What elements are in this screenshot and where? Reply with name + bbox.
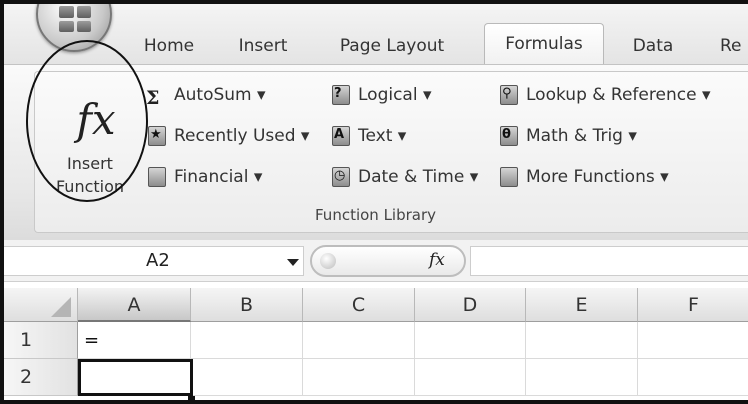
logical-button[interactable]: ? Logical ▾ [330, 82, 432, 108]
cell-a2[interactable] [78, 359, 193, 396]
chevron-down-icon: ▾ [397, 126, 407, 146]
chevron-down-icon: ▾ [469, 167, 479, 187]
ribbon-tab-strip: Home Insert Page Layout Formulas Data Re [4, 4, 748, 66]
tab-insert[interactable]: Insert [230, 28, 296, 64]
lookup-reference-button[interactable]: ⚲ Lookup & Reference ▾ [498, 82, 710, 108]
book-icon [146, 166, 168, 187]
tab-page-layout[interactable]: Page Layout [330, 28, 454, 64]
column-header-a[interactable]: A [78, 288, 191, 322]
insert-function-fx-icon[interactable]: fx [429, 250, 445, 270]
cell-f2[interactable] [638, 359, 748, 396]
cell-e1[interactable] [526, 322, 638, 359]
tab-home[interactable]: Home [134, 28, 204, 64]
book-search-icon: ⚲ [498, 84, 520, 105]
excel-window: Home Insert Page Layout Formulas Data Re… [0, 0, 748, 404]
column-header-b[interactable]: B [191, 288, 303, 322]
office-logo-icon [59, 6, 91, 32]
math-trig-button[interactable]: θ Math & Trig ▾ [498, 123, 637, 149]
worksheet-grid: A B C D E F 1 2 = [4, 282, 748, 400]
tab-review-partial[interactable]: Re [720, 28, 748, 64]
formula-bar-controls: fx [310, 245, 466, 277]
book-text-icon: A [330, 125, 352, 146]
column-header-f[interactable]: F [638, 288, 748, 322]
formula-input[interactable] [470, 246, 748, 276]
name-box[interactable]: A2 [4, 246, 304, 276]
cell-b2[interactable] [193, 359, 303, 396]
formula-bar: A2 fx [4, 240, 748, 282]
chevron-down-icon: ▾ [422, 85, 432, 105]
chevron-down-icon: ▾ [701, 85, 711, 105]
row-header-2[interactable]: 2 [4, 359, 78, 396]
cell-d1[interactable] [415, 322, 526, 359]
chevron-down-icon: ▾ [660, 167, 669, 187]
financial-button[interactable]: Financial ▾ [146, 164, 262, 190]
book-more-icon [498, 166, 520, 187]
book-clock-icon: ◷ [330, 166, 352, 187]
cell-c2[interactable] [303, 359, 415, 396]
cell-b1[interactable] [191, 322, 303, 359]
book-theta-icon: θ [498, 125, 520, 146]
chevron-down-icon: ▾ [300, 126, 310, 146]
sigma-icon: Σ [146, 87, 160, 109]
insert-function-label: Insert Function [55, 154, 125, 196]
chevron-down-icon: ▾ [257, 85, 266, 105]
cell-a1[interactable]: = [78, 322, 191, 359]
book-question-icon: ? [330, 84, 352, 105]
fx-icon: fx [76, 95, 116, 144]
autosum-button[interactable]: Σ AutoSum ▾ [146, 82, 266, 109]
date-time-button[interactable]: ◷ Date & Time ▾ [330, 164, 478, 190]
text-button[interactable]: A Text ▾ [330, 123, 406, 149]
more-functions-button[interactable]: More Functions ▾ [498, 164, 669, 190]
ribbon: fx Insert Function Σ AutoSum ▾ ★ Recently … [4, 64, 748, 240]
column-header-d[interactable]: D [415, 288, 526, 322]
recently-used-button[interactable]: ★ Recently Used ▾ [146, 123, 309, 149]
chevron-down-icon: ▾ [253, 167, 263, 187]
tab-formulas[interactable]: Formulas [484, 23, 604, 66]
name-box-value: A2 [146, 250, 170, 271]
row-header-1[interactable]: 1 [4, 322, 78, 359]
tab-data[interactable]: Data [628, 28, 678, 64]
select-all-corner[interactable] [4, 288, 78, 322]
cell-c1[interactable] [303, 322, 415, 359]
chevron-down-icon: ▾ [628, 126, 637, 146]
column-header-e[interactable]: E [526, 288, 638, 322]
resize-knob-icon [320, 253, 336, 269]
group-label-function-library: Function Library [315, 206, 437, 224]
column-header-c[interactable]: C [303, 288, 415, 322]
name-box-dropdown-icon[interactable] [287, 259, 299, 266]
cell-f1[interactable] [638, 322, 748, 359]
cell-e2[interactable] [526, 359, 638, 396]
cell-d2[interactable] [415, 359, 526, 396]
book-star-icon: ★ [146, 125, 168, 146]
office-button[interactable] [36, 4, 112, 52]
